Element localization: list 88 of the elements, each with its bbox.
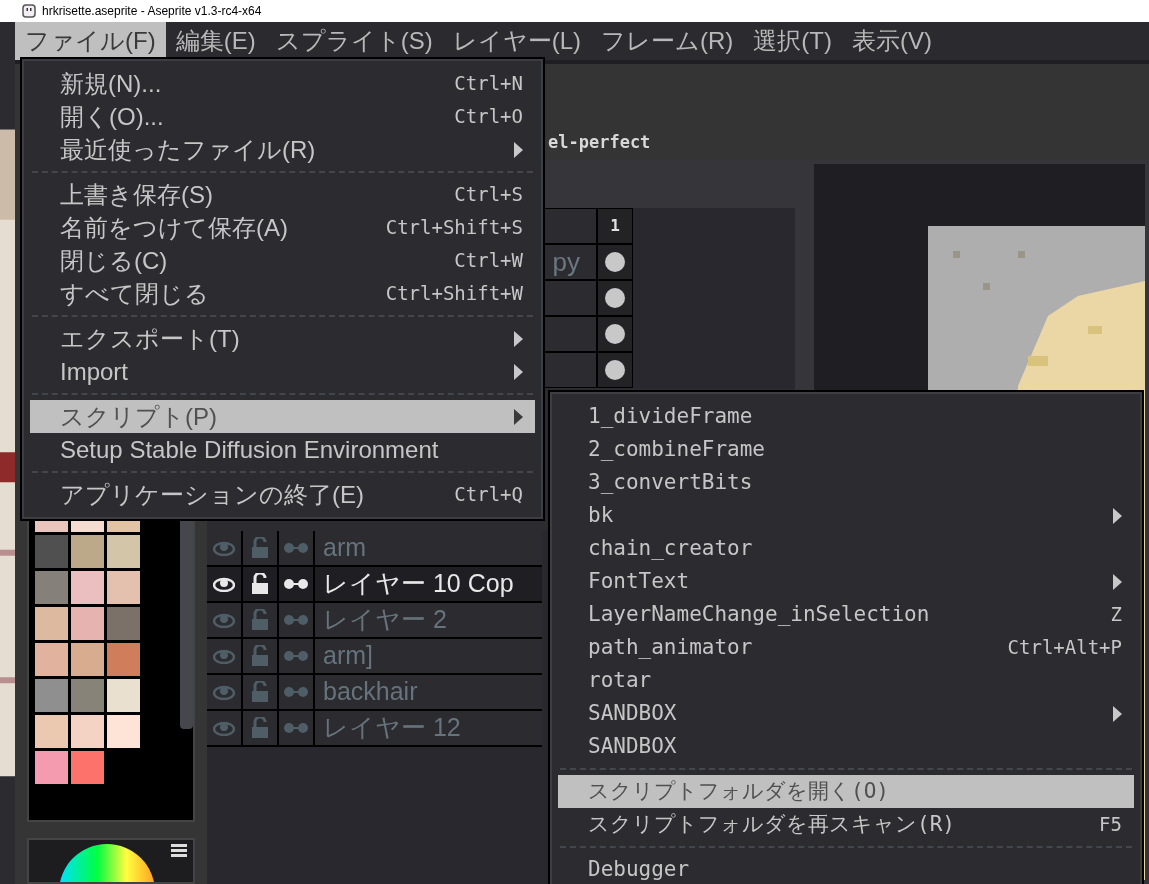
- cel[interactable]: [597, 280, 633, 316]
- menu-item[interactable]: rotar: [558, 664, 1134, 697]
- color-swatch[interactable]: [35, 751, 68, 784]
- menu-item[interactable]: 開く(O)... Ctrl+O: [30, 100, 535, 133]
- color-swatch[interactable]: [107, 607, 140, 640]
- menu-item[interactable]: FontText: [558, 565, 1134, 598]
- layer-name: レイヤー 10 Cop: [322, 568, 514, 600]
- color-swatch[interactable]: [35, 715, 68, 748]
- shortcut-label: Ctrl+N: [454, 71, 523, 97]
- menu-item[interactable]: Debugger: [558, 853, 1134, 884]
- menu-bar-item[interactable]: 選択(T): [743, 22, 842, 60]
- color-swatch[interactable]: [35, 607, 68, 640]
- color-swatch[interactable]: [71, 679, 104, 712]
- menu-item[interactable]: スクリプトフォルダを再スキャン(R) F5: [558, 808, 1134, 841]
- menu-icon[interactable]: [171, 844, 187, 858]
- color-swatch[interactable]: [107, 643, 140, 676]
- menu-item[interactable]: 新規(N)... Ctrl+N: [30, 67, 535, 100]
- shortcut-label: F5: [1099, 812, 1122, 838]
- color-swatch[interactable]: [71, 643, 104, 676]
- color-swatch[interactable]: [107, 679, 140, 712]
- cel[interactable]: [597, 352, 633, 388]
- menu-item[interactable]: LayerNameChange_inSelection Z: [558, 598, 1134, 631]
- window-title: hrkrisette.aseprite - Aseprite v1.3-rc4-x64: [42, 3, 262, 20]
- option-label: el-perfect: [548, 132, 651, 152]
- color-swatch[interactable]: [35, 679, 68, 712]
- link-dots-icon[interactable]: [283, 650, 309, 662]
- menu-item[interactable]: path_animator Ctrl+Alt+P: [558, 631, 1134, 664]
- color-swatch[interactable]: [71, 607, 104, 640]
- menu-bar-item[interactable]: 編集(E): [165, 22, 266, 60]
- menu-item[interactable]: アプリケーションの終了(E) Ctrl+Q: [30, 478, 535, 511]
- color-swatch[interactable]: [35, 535, 68, 568]
- shortcut-label: Ctrl+O: [454, 104, 523, 130]
- layer-name: arm: [322, 532, 367, 564]
- unlocked-padlock-icon[interactable]: [251, 573, 269, 595]
- menu-bar-item[interactable]: スプライト(S): [265, 22, 443, 60]
- menu-item[interactable]: chain_creator: [558, 532, 1134, 565]
- layer-name: レイヤー 12: [322, 712, 461, 744]
- cel[interactable]: [597, 316, 633, 352]
- frame-header[interactable]: 1: [597, 208, 633, 244]
- menu-item[interactable]: 上書き保存(S) Ctrl+S: [30, 178, 535, 211]
- menu-bar-item[interactable]: レイヤー(L): [442, 22, 591, 60]
- menu-item[interactable]: SANDBOX: [558, 730, 1134, 763]
- menu-item[interactable]: Setup Stable Diffusion Environment: [30, 433, 535, 466]
- color-swatch[interactable]: [107, 715, 140, 748]
- link-dots-icon[interactable]: [283, 686, 309, 698]
- link-dots-icon[interactable]: [283, 722, 309, 734]
- color-swatch[interactable]: [107, 571, 140, 604]
- shortcut-label: Ctrl+Alt+P: [1007, 635, 1122, 661]
- app-icon: [22, 4, 36, 18]
- color-swatch[interactable]: [71, 571, 104, 604]
- menu-bar-item[interactable]: ファイル(F): [15, 22, 166, 60]
- link-dots-icon[interactable]: [283, 578, 309, 590]
- cel[interactable]: [597, 244, 633, 280]
- menu-item[interactable]: スクリプト(P): [30, 400, 535, 433]
- color-swatch[interactable]: [71, 535, 104, 568]
- menu-item[interactable]: 1_divideFrame: [558, 400, 1134, 433]
- menu-item[interactable]: 名前をつけて保存(A) Ctrl+Shift+S: [30, 211, 535, 244]
- color-swatch[interactable]: [35, 571, 68, 604]
- layer-name: backhair: [322, 676, 418, 708]
- layer-name: arm]: [322, 640, 373, 672]
- layer-name: py: [552, 245, 580, 279]
- link-dots-icon[interactable]: [283, 614, 309, 626]
- shortcut-label: Ctrl+W: [454, 248, 523, 274]
- menu-item[interactable]: 閉じる(C) Ctrl+W: [30, 244, 535, 277]
- color-swatch[interactable]: [71, 715, 104, 748]
- menu-bar-item[interactable]: フレーム(R): [591, 22, 744, 60]
- menu-item[interactable]: 2_combineFrame: [558, 433, 1134, 466]
- menu-item[interactable]: bk: [558, 499, 1134, 532]
- layer-name: レイヤー 2: [322, 604, 447, 636]
- menu-item[interactable]: エクスポート(T): [30, 322, 535, 355]
- color-wheel[interactable]: [57, 842, 157, 882]
- shortcut-label: Ctrl+Q: [454, 482, 523, 508]
- menu-item[interactable]: スクリプトフォルダを開く(O): [558, 775, 1134, 808]
- shortcut-label: Ctrl+Shift+W: [385, 281, 523, 307]
- menu-item[interactable]: SANDBOX: [558, 697, 1134, 730]
- color-swatch[interactable]: [71, 751, 104, 784]
- link-dots-icon[interactable]: [283, 542, 309, 554]
- shortcut-label: Ctrl+S: [454, 182, 523, 208]
- menu-item[interactable]: 最近使ったファイル(R): [30, 133, 535, 166]
- menu-item[interactable]: すべて閉じる Ctrl+Shift+W: [30, 277, 535, 310]
- layer-row[interactable]: レイヤー 10 Cop: [207, 567, 542, 603]
- shortcut-label: Ctrl+Shift+S: [385, 215, 523, 241]
- menu-item[interactable]: 3_convertBits: [558, 466, 1134, 499]
- shortcut-label: Z: [1110, 602, 1122, 628]
- color-swatch[interactable]: [107, 535, 140, 568]
- menu-item[interactable]: Import: [30, 355, 535, 388]
- menu-bar-item[interactable]: 表示(V): [842, 22, 942, 60]
- color-swatch[interactable]: [35, 643, 68, 676]
